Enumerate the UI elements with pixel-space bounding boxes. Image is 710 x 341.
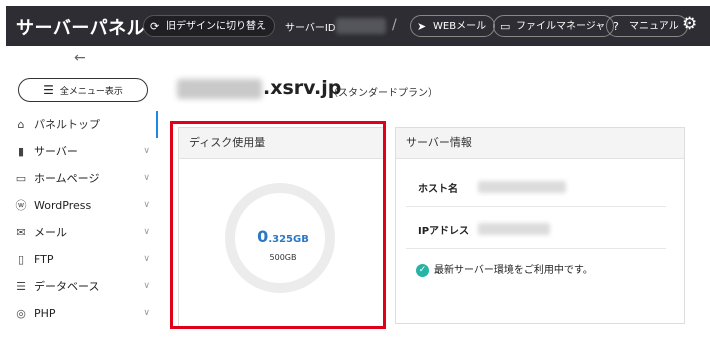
plan-label: （スタンダードプラン） bbox=[328, 88, 438, 99]
disk-usage-title: ディスク使用量 bbox=[179, 128, 385, 159]
server-icon: ▮ bbox=[17, 145, 25, 158]
top-bar: サーバーパネル ⟳ 旧デザインに切り替え サーバーID / ➤ WEBメール ▭… bbox=[6, 6, 710, 46]
app-title[interactable]: サーバーパネル bbox=[16, 14, 145, 40]
server-id-label: サーバーID bbox=[285, 23, 336, 34]
manual-button[interactable]: ? マニュアル bbox=[606, 15, 688, 37]
disk-used-int: 0 bbox=[257, 227, 269, 246]
sidebar-item-database[interactable]: ☰ データベース ∨ bbox=[6, 273, 158, 300]
main-content: .xsrv.jp （スタンダードプラン） ディスク使用量 0.325GB 500… bbox=[158, 46, 710, 341]
server-info-card: サーバー情報 ホスト名 IPアドレス ✓ 最新サーバー環境をご利用中です。 bbox=[395, 127, 685, 324]
monitor-icon: ▯ bbox=[17, 253, 25, 266]
sidebar: ← ☰ 全メニュー表示 ⌂ パネルトップ ▮ サーバー ∨ ▭ ホームページ ∨ … bbox=[6, 46, 159, 341]
sidebar-item-mail[interactable]: ✉ メール ∨ bbox=[6, 219, 158, 246]
webmail-button[interactable]: ➤ WEBメール bbox=[410, 15, 496, 37]
window-icon: ▭ bbox=[15, 172, 27, 185]
help-icon: ? bbox=[613, 20, 619, 33]
sidebar-item-label: サーバー bbox=[34, 145, 78, 158]
sidebar-item-label: データベース bbox=[34, 280, 100, 293]
sidebar-item-label: パネルトップ bbox=[34, 118, 100, 131]
server-info-title: サーバー情報 bbox=[396, 128, 684, 159]
disk-total-value: 500GB bbox=[269, 253, 297, 262]
sidebar-item-label: PHP bbox=[34, 307, 56, 320]
sidebar-item-label: ホームページ bbox=[34, 172, 100, 185]
collapse-arrow-icon[interactable]: ← bbox=[74, 50, 86, 66]
sidebar-item-server[interactable]: ▮ サーバー ∨ bbox=[6, 138, 158, 165]
chevron-down-icon: ∨ bbox=[143, 200, 150, 210]
switch-old-design-button[interactable]: ⟳ 旧デザインに切り替え bbox=[143, 15, 275, 37]
host-value-redacted bbox=[478, 181, 566, 193]
domain-name-redacted bbox=[177, 79, 262, 99]
chevron-down-icon: ∨ bbox=[143, 146, 150, 156]
ip-label: IPアドレス bbox=[418, 226, 470, 237]
sidebar-item-homepage[interactable]: ▭ ホームページ ∨ bbox=[6, 165, 158, 192]
manual-label: マニュアル bbox=[629, 21, 679, 32]
sidebar-item-panel-top[interactable]: ⌂ パネルトップ bbox=[6, 111, 159, 138]
disk-used-frac: .325GB bbox=[268, 234, 309, 245]
folder-icon: ▭ bbox=[500, 20, 511, 33]
separator: / bbox=[392, 17, 397, 33]
sidebar-item-label: WordPress bbox=[34, 199, 92, 212]
file-manager-button[interactable]: ▭ ファイルマネージャ bbox=[493, 15, 615, 37]
ip-row: IPアドレス bbox=[406, 208, 666, 249]
chevron-down-icon: ∨ bbox=[143, 254, 150, 264]
wordpress-icon: ⓦ bbox=[15, 199, 27, 212]
chevron-down-icon: ∨ bbox=[143, 281, 150, 291]
webmail-label: WEBメール bbox=[433, 21, 487, 32]
sidebar-item-label: FTP bbox=[34, 253, 54, 266]
server-status: ✓ 最新サーバー環境をご利用中です。 bbox=[416, 261, 593, 277]
disk-used-value: 0.325GB bbox=[179, 227, 387, 246]
home-icon: ⌂ bbox=[17, 118, 25, 131]
all-menu-button[interactable]: ☰ 全メニュー表示 bbox=[18, 78, 148, 102]
server-status-text: 最新サーバー環境をご利用中です。 bbox=[434, 265, 593, 276]
sidebar-item-php[interactable]: ◎ PHP ∨ bbox=[6, 300, 158, 327]
host-label: ホスト名 bbox=[418, 184, 458, 195]
mail-icon: ✉ bbox=[16, 226, 26, 239]
gear-icon[interactable]: ⚙ bbox=[682, 14, 697, 34]
ip-value-redacted bbox=[478, 223, 550, 235]
file-manager-label: ファイルマネージャ bbox=[516, 21, 606, 32]
disk-usage-card: ディスク使用量 0.325GB 500GB bbox=[178, 127, 386, 327]
switch-old-design-label: 旧デザインに切り替え bbox=[166, 21, 266, 32]
hamburger-icon: ☰ bbox=[43, 83, 54, 97]
php-icon: ◎ bbox=[16, 307, 26, 320]
database-icon: ☰ bbox=[16, 280, 26, 293]
check-icon: ✓ bbox=[416, 263, 429, 277]
chevron-down-icon: ∨ bbox=[143, 227, 150, 237]
sidebar-item-label: メール bbox=[34, 226, 67, 239]
server-id-value bbox=[336, 18, 386, 34]
sidebar-item-ftp[interactable]: ▯ FTP ∨ bbox=[6, 246, 158, 273]
all-menu-label: 全メニュー表示 bbox=[59, 87, 123, 97]
send-icon: ➤ bbox=[417, 20, 427, 33]
refresh-icon: ⟳ bbox=[150, 20, 160, 33]
host-row: ホスト名 bbox=[406, 166, 666, 207]
sidebar-item-wordpress[interactable]: ⓦ WordPress ∨ bbox=[6, 192, 158, 219]
chevron-down-icon: ∨ bbox=[143, 173, 150, 183]
chevron-down-icon: ∨ bbox=[143, 308, 150, 318]
